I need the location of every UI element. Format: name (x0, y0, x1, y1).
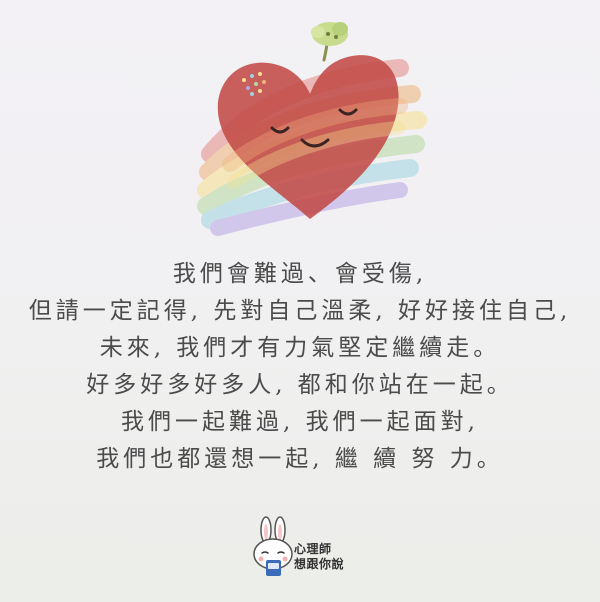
rainbow-heart-illustration (190, 14, 440, 239)
sprout-icon (311, 22, 348, 62)
brand-line-2: 想跟你說 (294, 557, 345, 571)
rabbit-mascot-icon (250, 516, 300, 582)
poem-line: 未來, 我們才有力氣堅定繼續走。 (99, 335, 501, 361)
poem-text: 我們會難過、會受傷, 但請一定記得, 先對自己溫柔, 好好接住自己, 未來, 我… (0, 256, 600, 478)
brand-name: 心理師 想跟你說 (294, 542, 344, 572)
poem-line: 我們一起難過, 我們一起面對, (121, 409, 479, 435)
poem-line: 好多好多好多人, 都和你站在一起。 (86, 372, 514, 398)
heart-rainbow-svg (197, 22, 427, 236)
brand-line-1: 心理師 (294, 542, 332, 556)
poem-line: 我們會難過、會受傷, (172, 261, 428, 287)
poem-line: 但請一定記得, 先對自己溫柔, 好好接住自己, (28, 298, 572, 324)
poem-line: 我們也都還想一起, 繼 續 努 力。 (96, 446, 504, 472)
brand-logo: 心理師 想跟你說 (250, 516, 370, 582)
